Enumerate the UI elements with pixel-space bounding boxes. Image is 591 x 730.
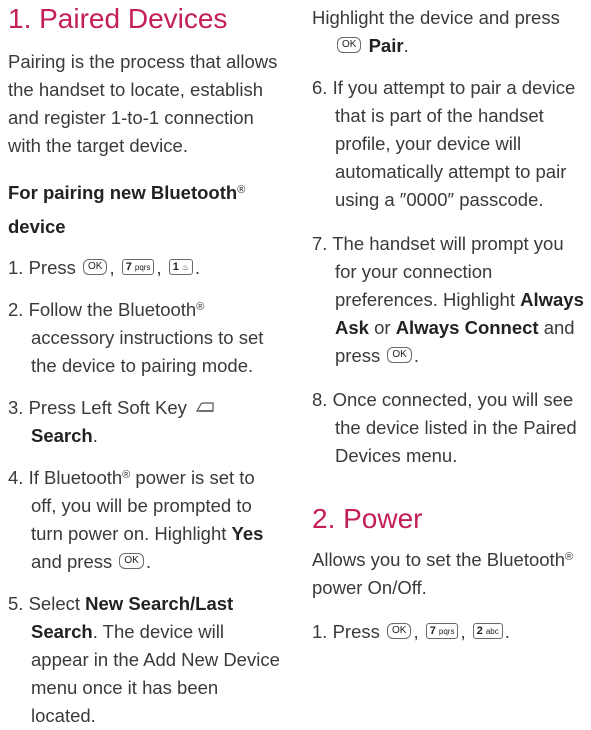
left-column: 1. Paired Devices Pairing is the process…	[8, 0, 282, 730]
subheading-pairing-new-device: For pairing new Bluetooth® device	[8, 181, 246, 237]
left-soft-key-icon	[196, 402, 214, 412]
power-step-1: 1. Press OK, 7 pqrs, 2 abc.	[312, 620, 510, 642]
key-2-icon: 2 abc	[472, 622, 503, 639]
ok-key-icon: OK	[119, 552, 144, 569]
step-5-continued: Highlight the device and press OK Pair.	[312, 7, 560, 56]
step-2: 2. Follow the Bluetooth® accessory instr…	[8, 298, 264, 376]
key-1-icon: 1 ♨	[168, 258, 194, 275]
step-7: 7. The handset will prompt you for your …	[312, 233, 584, 366]
step-4: 4. If Bluetooth® power is set to off, yo…	[8, 466, 264, 572]
ok-key-icon: OK	[387, 347, 412, 364]
ok-key-icon: OK	[337, 37, 362, 54]
key-7-icon: 7 pqrs	[425, 622, 459, 639]
power-intro-paragraph: Allows you to set the Bluetooth® power O…	[312, 548, 574, 598]
step-5: 5. Select New Search/Last Search. The de…	[8, 592, 280, 726]
step-8: 8. Once connected, you will see the devi…	[312, 389, 577, 466]
step-3: 3. Press Left Soft Key Search.	[8, 394, 282, 450]
step-6: 6. If you attempt to pair a device that …	[312, 77, 576, 210]
section-heading-paired-devices: 1. Paired Devices	[8, 3, 228, 34]
key-7-icon: 7 pqrs	[121, 258, 155, 275]
step-1: 1. Press OK, 7 pqrs, 1 ♨.	[8, 256, 201, 278]
section-heading-power: 2. Power	[312, 503, 423, 534]
right-column: Highlight the device and press OK Pair. …	[312, 0, 588, 646]
ok-key-icon: OK	[83, 258, 108, 275]
ok-key-icon: OK	[387, 622, 412, 639]
intro-paragraph: Pairing is the process that allows the h…	[8, 50, 278, 156]
